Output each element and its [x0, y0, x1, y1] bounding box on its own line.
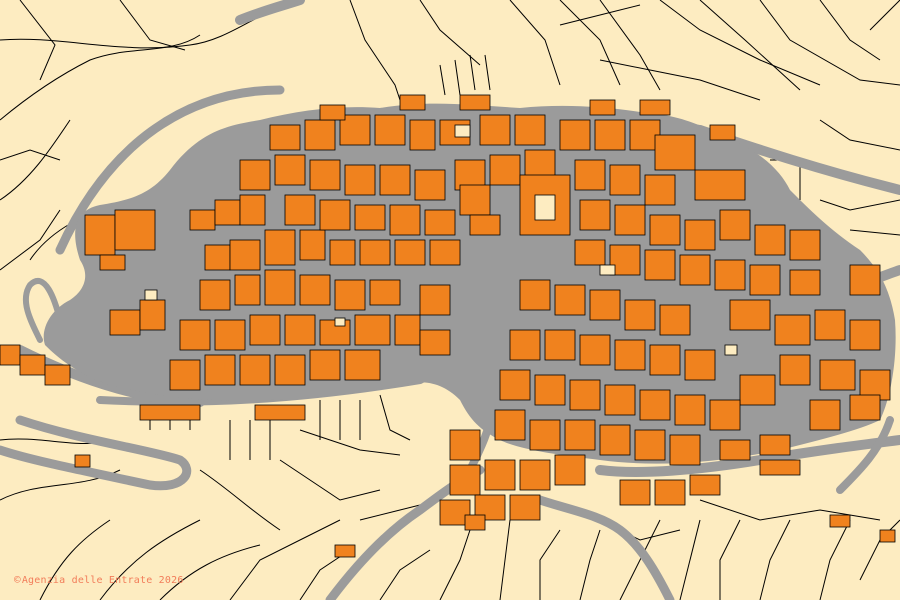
- cadastral-map[interactable]: ©Agenzia delle Entrate 2026: [0, 0, 900, 600]
- attribution-text: Agenzia delle Entrate 2026: [21, 575, 184, 586]
- copyright-icon: ©: [14, 573, 21, 586]
- map-attribution: ©Agenzia delle Entrate 2026: [14, 573, 184, 586]
- map-canvas[interactable]: [0, 0, 900, 600]
